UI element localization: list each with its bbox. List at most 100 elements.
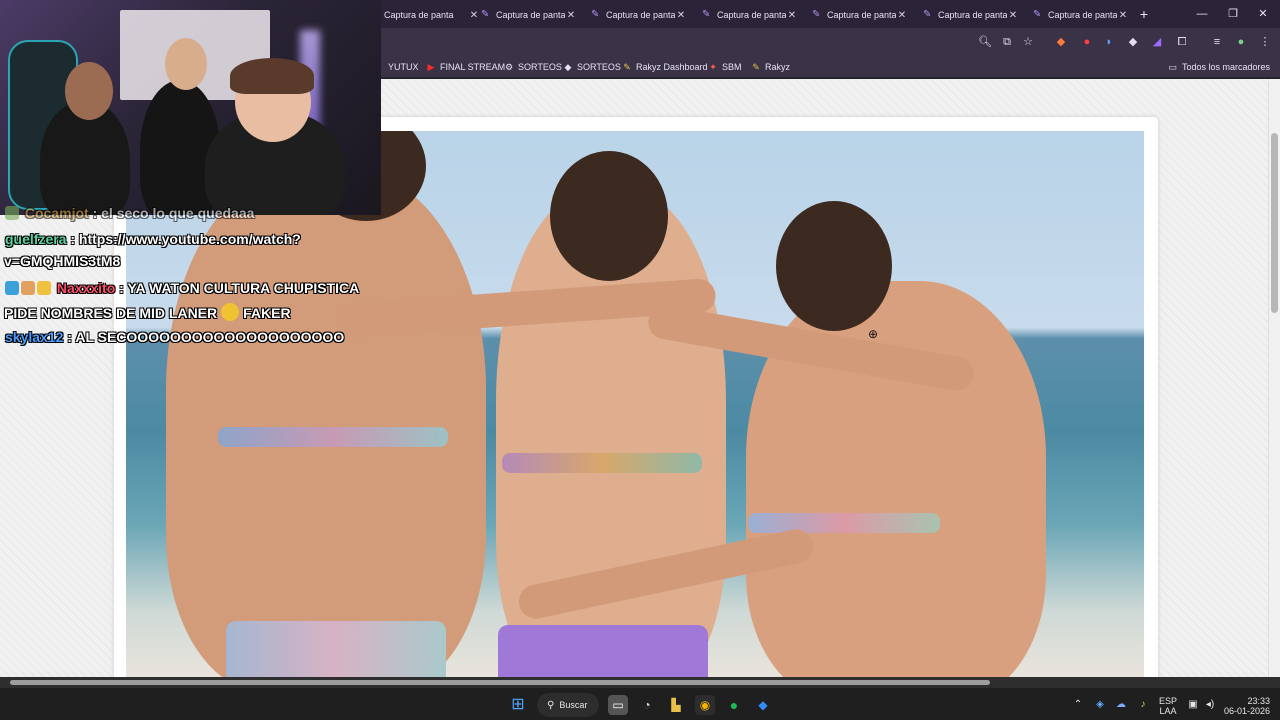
clock-time: 23:33 bbox=[1247, 696, 1270, 706]
person-middle-head bbox=[550, 151, 668, 281]
browser-tab[interactable]: ✎ Captura de panta ✕ bbox=[1027, 4, 1135, 26]
browser-tab[interactable]: Captura de panta ✕ bbox=[378, 4, 486, 26]
vertical-scrollbar[interactable] bbox=[1268, 79, 1280, 677]
spotify-icon[interactable]: ● bbox=[724, 695, 744, 715]
feather-icon: ✎ bbox=[591, 9, 600, 20]
browser-tab[interactable]: ✎ Captura de panta ✕ bbox=[806, 4, 914, 26]
chat-username: guelfzera bbox=[5, 231, 67, 247]
extensions-puzzle-icon[interactable]: ⧠ bbox=[1173, 33, 1191, 51]
zoom-icon[interactable]: 🔍︎ bbox=[976, 33, 994, 51]
chat-message-continuation: PIDE NOMBRES DE MID LANER FAKER bbox=[4, 303, 291, 321]
profile-avatar-icon[interactable]: ● bbox=[1232, 33, 1250, 51]
bookmark-item[interactable]: ✎ Rakyz Dashboard bbox=[622, 59, 707, 75]
feather-icon: ✎ bbox=[481, 9, 490, 20]
star-bookmark-icon[interactable]: ☆ bbox=[1019, 33, 1037, 51]
bikini-bottom bbox=[226, 621, 446, 677]
chrome-icon[interactable]: ◉ bbox=[695, 695, 715, 715]
new-tab-button[interactable]: + bbox=[1136, 6, 1152, 22]
chat-text: : el seco lo que quedaaa bbox=[92, 205, 255, 221]
chat-text: PIDE NOMBRES DE MID LANER bbox=[4, 305, 218, 321]
bookmark-item[interactable]: ✎ Rakyz bbox=[751, 59, 790, 75]
steam-icon[interactable]: ◈ bbox=[1093, 698, 1107, 712]
chat-message: skylax12 : AL SECOOOOOOOOOOOOOOOOOOOO bbox=[5, 329, 344, 345]
language-indicator[interactable]: ESP LAA bbox=[1158, 696, 1178, 716]
app-icon[interactable]: ◔ bbox=[637, 695, 657, 715]
feather-icon: ✎ bbox=[702, 9, 711, 20]
close-tab-icon[interactable]: ✕ bbox=[675, 10, 687, 21]
close-tab-icon[interactable]: ✕ bbox=[1007, 10, 1019, 21]
chat-text: v=GMQHMIS3tM8 bbox=[4, 253, 121, 269]
taskbar-search[interactable]: ⚲ Buscar bbox=[537, 693, 599, 717]
bookmark-item[interactable]: ✦ SBM bbox=[708, 59, 741, 75]
bookmark-item[interactable]: ◆ SORTEOS bbox=[563, 59, 621, 75]
tab-title: Captura de panta bbox=[938, 10, 1007, 20]
bookmark-item[interactable]: YUTUX bbox=[388, 59, 419, 75]
feather-icon: ✎ bbox=[923, 9, 932, 20]
install-app-icon[interactable]: ⧉ bbox=[998, 33, 1016, 51]
cloud-icon[interactable]: ☁ bbox=[1114, 698, 1128, 712]
language-code: ESP bbox=[1158, 696, 1177, 706]
chat-text: FAKER bbox=[243, 305, 291, 321]
network-icon[interactable]: ▣ bbox=[1186, 698, 1200, 712]
menu-kebab-icon[interactable]: ⋮ bbox=[1256, 33, 1274, 51]
zoom-cursor-icon: ⊕ bbox=[868, 327, 879, 341]
browser-tab[interactable]: ✎ Captura de panta ✕ bbox=[475, 4, 583, 26]
start-menu-icon[interactable]: ⊞ bbox=[508, 695, 528, 715]
close-tab-icon[interactable]: ✕ bbox=[1117, 10, 1129, 21]
tab-title: Captura de panta bbox=[1048, 10, 1117, 20]
maximize-button[interactable]: ❐ bbox=[1224, 5, 1242, 23]
tab-title: Captura de panta bbox=[827, 10, 896, 20]
bookmark-label: YUTUX bbox=[388, 62, 419, 72]
chat-badge-icon bbox=[5, 281, 19, 295]
person-right-head bbox=[776, 201, 892, 331]
webcam-overlay bbox=[0, 0, 381, 215]
media-controls-icon[interactable]: ≡ bbox=[1208, 33, 1226, 51]
chat-username: Naxxxito bbox=[56, 280, 116, 296]
browser-tab[interactable]: ✎ Captura de panta ✕ bbox=[696, 4, 804, 26]
clock[interactable]: 23:33 06-01-2026 bbox=[1222, 696, 1270, 716]
horizontal-scrollbar[interactable] bbox=[0, 677, 1280, 687]
bookmark-label: SORTEOS bbox=[518, 62, 562, 72]
browser-tab[interactable]: ✎ Captura de panta ✕ bbox=[585, 4, 693, 26]
feather-icon: ✎ bbox=[623, 62, 631, 72]
volume-icon[interactable]: ◂) bbox=[1203, 698, 1217, 712]
chat-username: Cocamjot bbox=[24, 205, 89, 221]
screen: Captura de panta ✕ ✎ Captura de panta ✕ … bbox=[0, 0, 1280, 720]
stream-chat: Cocamjot : el seco lo que quedaaa guelfz… bbox=[0, 205, 370, 345]
close-tab-icon[interactable]: ✕ bbox=[786, 10, 798, 21]
file-explorer-icon[interactable]: ▙ bbox=[666, 695, 686, 715]
bookmark-item[interactable]: ▶ FINAL STREAM bbox=[426, 59, 506, 75]
microphone-icon[interactable]: ♪ bbox=[1136, 698, 1150, 712]
chat-message-continuation: v=GMQHMIS3tM8 bbox=[4, 253, 120, 269]
streamer-hair bbox=[230, 58, 314, 94]
chat-message: Cocamjot : el seco lo que quedaaa bbox=[5, 205, 254, 221]
extension-icon[interactable]: ◆ bbox=[1124, 33, 1142, 51]
feather-icon: ✎ bbox=[752, 62, 760, 72]
vertical-scroll-thumb[interactable] bbox=[1271, 133, 1278, 313]
close-tab-icon[interactable]: ✕ bbox=[565, 10, 577, 21]
tab-title: Captura de panta bbox=[496, 10, 565, 20]
keyboard-layout: LAA bbox=[1159, 706, 1177, 716]
close-window-button[interactable]: ✕ bbox=[1254, 5, 1272, 23]
chat-text: : AL SECOOOOOOOOOOOOOOOOOOOO bbox=[67, 329, 345, 345]
bookmark-label: SORTEOS bbox=[577, 62, 621, 72]
app-icon[interactable]: ◆ bbox=[753, 695, 773, 715]
horizontal-scroll-thumb[interactable] bbox=[10, 680, 990, 685]
all-bookmarks-button[interactable]: ▭ Todos los marcadores bbox=[1168, 59, 1270, 75]
bookmark-item[interactable]: ⚙ SORTEOS bbox=[504, 59, 562, 75]
browser-tab[interactable]: ✎ Captura de panta ✕ bbox=[917, 4, 1025, 26]
extension-icon[interactable]: ◢ bbox=[1148, 33, 1166, 51]
tab-title: Captura de panta bbox=[606, 10, 675, 20]
task-view-icon[interactable]: ▭ bbox=[608, 695, 628, 715]
bookmark-label: FINAL STREAM bbox=[440, 62, 506, 72]
close-tab-icon[interactable]: ✕ bbox=[896, 10, 908, 21]
chat-badge-icon bbox=[37, 281, 51, 295]
extension-icon[interactable]: ● bbox=[1078, 33, 1096, 51]
minimize-button[interactable]: — bbox=[1193, 5, 1211, 23]
streamer-head bbox=[165, 38, 207, 90]
extension-icon[interactable]: ◆ bbox=[1052, 33, 1070, 51]
chat-badge-icon bbox=[21, 281, 35, 295]
gear-icon: ⚙ bbox=[504, 62, 514, 72]
tray-chevron-icon[interactable]: ⌃ bbox=[1071, 698, 1085, 712]
extension-icon[interactable]: ◗ bbox=[1100, 33, 1118, 51]
